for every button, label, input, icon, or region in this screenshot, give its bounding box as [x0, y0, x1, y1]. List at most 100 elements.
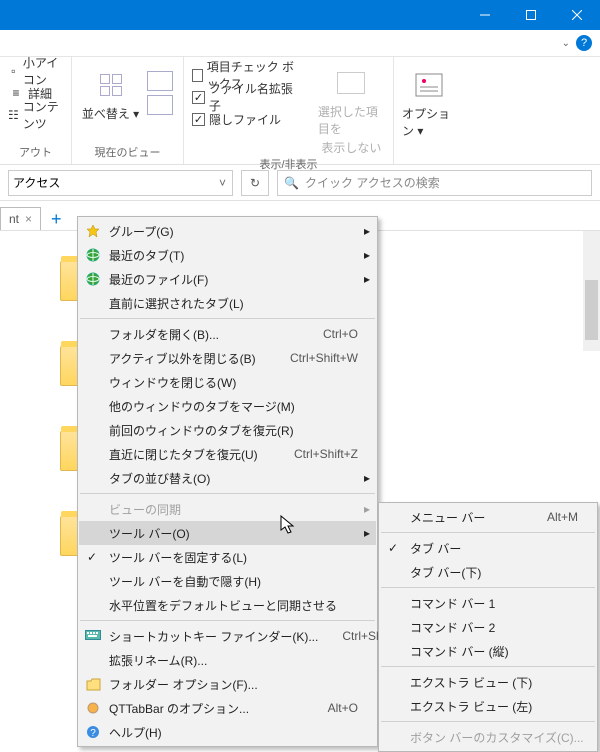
menu-item-label: 前回のウィンドウのタブを復元(R): [109, 422, 294, 439]
content-icon: ☷: [8, 107, 19, 123]
menu-shortcut: Ctrl+O: [299, 327, 358, 341]
menu-item[interactable]: 他のウィンドウのタブをマージ(M): [79, 394, 376, 418]
menu-item-label: 最近のファイル(F): [109, 271, 208, 288]
submenu-arrow-icon: ▸: [364, 471, 370, 485]
ribbon-collapse-icon[interactable]: ⌄: [562, 38, 570, 49]
sort-button[interactable]: 並べ替え ▾: [82, 67, 139, 122]
menu-item[interactable]: 水平位置をデフォルトビューと同期させる: [79, 593, 376, 617]
menu-item-label: ショートカットキー ファインダー(K)...: [109, 628, 318, 645]
add-column-button[interactable]: [147, 71, 173, 91]
titlebar: [0, 0, 600, 30]
menu-item[interactable]: 直前に選択されたタブ(L): [79, 291, 376, 315]
menu-item-label: ツール バーを固定する(L): [109, 549, 247, 566]
menu-item-label: フォルダー オプション(F)...: [109, 676, 258, 693]
menu-item-label: 最近のタブ(T): [109, 247, 184, 264]
menu-item[interactable]: ウィンドウを閉じる(W): [79, 370, 376, 394]
gear-icon: [85, 700, 101, 716]
globe-icon: [85, 247, 101, 263]
menu-item-label: コマンド バー 2: [410, 619, 495, 636]
menu-item-label: 拡張リネーム(R)...: [109, 652, 207, 669]
address-input[interactable]: [13, 172, 213, 194]
scrollbar-thumb[interactable]: [585, 280, 598, 340]
maximize-button[interactable]: [508, 0, 554, 30]
search-placeholder: クイック アクセスの検索: [305, 174, 440, 191]
menu-item[interactable]: ✓ ツール バーを固定する(L): [79, 545, 376, 569]
menu-item[interactable]: フォルダを開く(B)...Ctrl+O: [79, 322, 376, 346]
menu-item[interactable]: エクストラ ビュー (下): [380, 670, 596, 694]
menu-item[interactable]: ショートカットキー ファインダー(K)...Ctrl+Shift+P: [79, 624, 376, 648]
close-tab-icon[interactable]: ×: [25, 212, 32, 226]
size-column-button[interactable]: [147, 95, 173, 115]
minimize-button[interactable]: [462, 0, 508, 30]
new-tab-button[interactable]: +: [41, 209, 72, 230]
menu-item[interactable]: メニュー バーAlt+M: [380, 505, 596, 529]
ribbon-group-view: 並べ替え ▾ 現在のビュー: [72, 57, 184, 164]
sort-icon: [93, 67, 129, 103]
menu-item[interactable]: タブ バー(下): [380, 560, 596, 584]
layout-content[interactable]: ☷コンテンツ: [8, 105, 63, 125]
address-box[interactable]: ˅: [8, 170, 233, 196]
menu-item-label: 他のウィンドウのタブをマージ(M): [109, 398, 295, 415]
menu-item[interactable]: 拡張リネーム(R)...: [79, 648, 376, 672]
menu-item-label: 水平位置をデフォルトビューと同期させる: [109, 597, 337, 614]
menu-item: ボタン バーのカスタマイズ(C)...: [380, 725, 596, 749]
help-icon[interactable]: ?: [576, 35, 592, 51]
search-icon: 🔍: [284, 176, 299, 190]
menu-item-label: メニュー バー: [410, 509, 485, 526]
layout-small-icons[interactable]: ▫小アイコン: [8, 61, 63, 81]
small-icons-icon: ▫: [8, 63, 19, 79]
menu-item-label: ビューの同期: [109, 501, 181, 518]
hide-icon: [333, 65, 369, 101]
search-box[interactable]: 🔍 クイック アクセスの検索: [277, 170, 592, 196]
hide-selected-button: 選択した項目を 表示しない: [318, 65, 385, 156]
submenu-arrow-icon: ▸: [364, 502, 370, 516]
menu-item-label: ヘルプ(H): [109, 724, 162, 741]
menu-item[interactable]: コマンド バー (縦): [380, 639, 596, 663]
menu-item[interactable]: ツール バー(O)▸: [79, 521, 376, 545]
menu-item[interactable]: エクストラ ビュー (左): [380, 694, 596, 718]
menu-item[interactable]: グループ(G) ▸: [79, 219, 376, 243]
svg-text:?: ?: [90, 728, 96, 739]
menu-item[interactable]: 前回のウィンドウのタブを復元(R): [79, 418, 376, 442]
ribbon-group-view-label: 現在のビュー: [95, 144, 161, 162]
check-icon: ✓: [87, 550, 97, 564]
checkbox-file-ext[interactable]: ファイル名拡張子: [192, 87, 304, 107]
menu-item[interactable]: ? ヘルプ(H): [79, 720, 376, 744]
menu-item[interactable]: コマンド バー 2: [380, 615, 596, 639]
keyboard-icon: [85, 628, 101, 644]
menu-item[interactable]: コマンド バー 1: [380, 591, 596, 615]
ribbon-group-layout-label: アウト: [19, 144, 52, 162]
menu-item-label: グループ(G): [109, 223, 174, 240]
menu-item[interactable]: 最近のタブ(T) ▸: [79, 243, 376, 267]
globe-icon: [85, 271, 101, 287]
menu-item[interactable]: ツール バーを自動で隠す(H): [79, 569, 376, 593]
menu-item[interactable]: フォルダー オプション(F)...: [79, 672, 376, 696]
options-icon: [411, 67, 447, 103]
help-icon: ?: [85, 724, 101, 740]
star-icon: [85, 223, 101, 239]
menu-item[interactable]: 直近に閉じたタブを復元(U)Ctrl+Shift+Z: [79, 442, 376, 466]
menu-item-label: 直近に閉じたタブを復元(U): [109, 446, 258, 463]
menu-item-label: エクストラ ビュー (左): [410, 698, 532, 715]
menu-item-label: コマンド バー (縦): [410, 643, 509, 660]
submenu-arrow-icon: ▸: [364, 248, 370, 262]
close-button[interactable]: [554, 0, 600, 30]
menu-item[interactable]: タブの並び替え(O)▸: [79, 466, 376, 490]
checkbox-hidden-files[interactable]: 隠しファイル: [192, 109, 304, 129]
menu-item[interactable]: 最近のファイル(F) ▸: [79, 267, 376, 291]
checkbox-icon: [192, 113, 205, 126]
ribbon-tabstrip: ⌄ ?: [0, 30, 600, 57]
submenu-arrow-icon: ▸: [364, 272, 370, 286]
options-button[interactable]: オプション ▾: [402, 67, 456, 139]
menu-item-label: ボタン バーのカスタマイズ(C)...: [410, 729, 584, 746]
menu-item[interactable]: QTTabBar のオプション...Alt+O: [79, 696, 376, 720]
submenu-arrow-icon: ▸: [364, 224, 370, 238]
menu-item[interactable]: アクティブ以外を閉じる(B)Ctrl+Shift+W: [79, 346, 376, 370]
dropdown-icon[interactable]: ˅: [213, 176, 232, 190]
tab-item[interactable]: nt ×: [0, 207, 41, 230]
menu-item-label: コマンド バー 1: [410, 595, 495, 612]
menu-item: ビューの同期 ▸: [79, 497, 376, 521]
menu-item-label: アクティブ以外を閉じる(B): [109, 350, 256, 367]
menu-item[interactable]: ✓タブ バー: [380, 536, 596, 560]
menu-item-label: タブ バー(下): [410, 564, 481, 581]
